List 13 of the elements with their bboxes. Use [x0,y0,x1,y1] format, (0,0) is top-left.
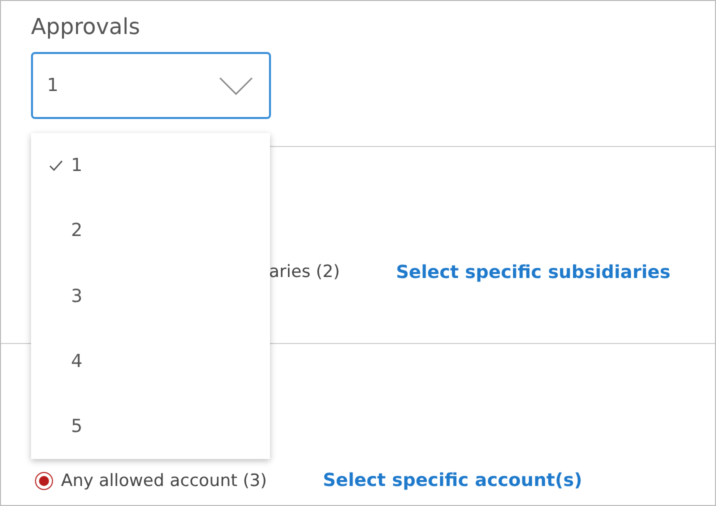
dropdown-option[interactable]: 3 [31,263,270,329]
dropdown-option[interactable]: 5 [31,394,270,460]
section-title: Approvals [31,15,142,40]
dropdown-option[interactable]: 1 [31,133,270,198]
option-label: aries (2) [269,262,340,282]
dropdown-option[interactable]: 2 [31,198,270,264]
select-accounts-link[interactable]: Select specific account(s) [322,470,582,491]
dropdown-option[interactable]: 4 [31,328,270,394]
approvals-select[interactable]: 1 [31,52,271,119]
chevron-down-icon [219,76,253,94]
radio-label: Any allowed account (3) [61,471,267,491]
select-subsidiaries-link[interactable]: Select specific subsidiaries [396,262,670,282]
radio-button[interactable] [35,472,53,490]
